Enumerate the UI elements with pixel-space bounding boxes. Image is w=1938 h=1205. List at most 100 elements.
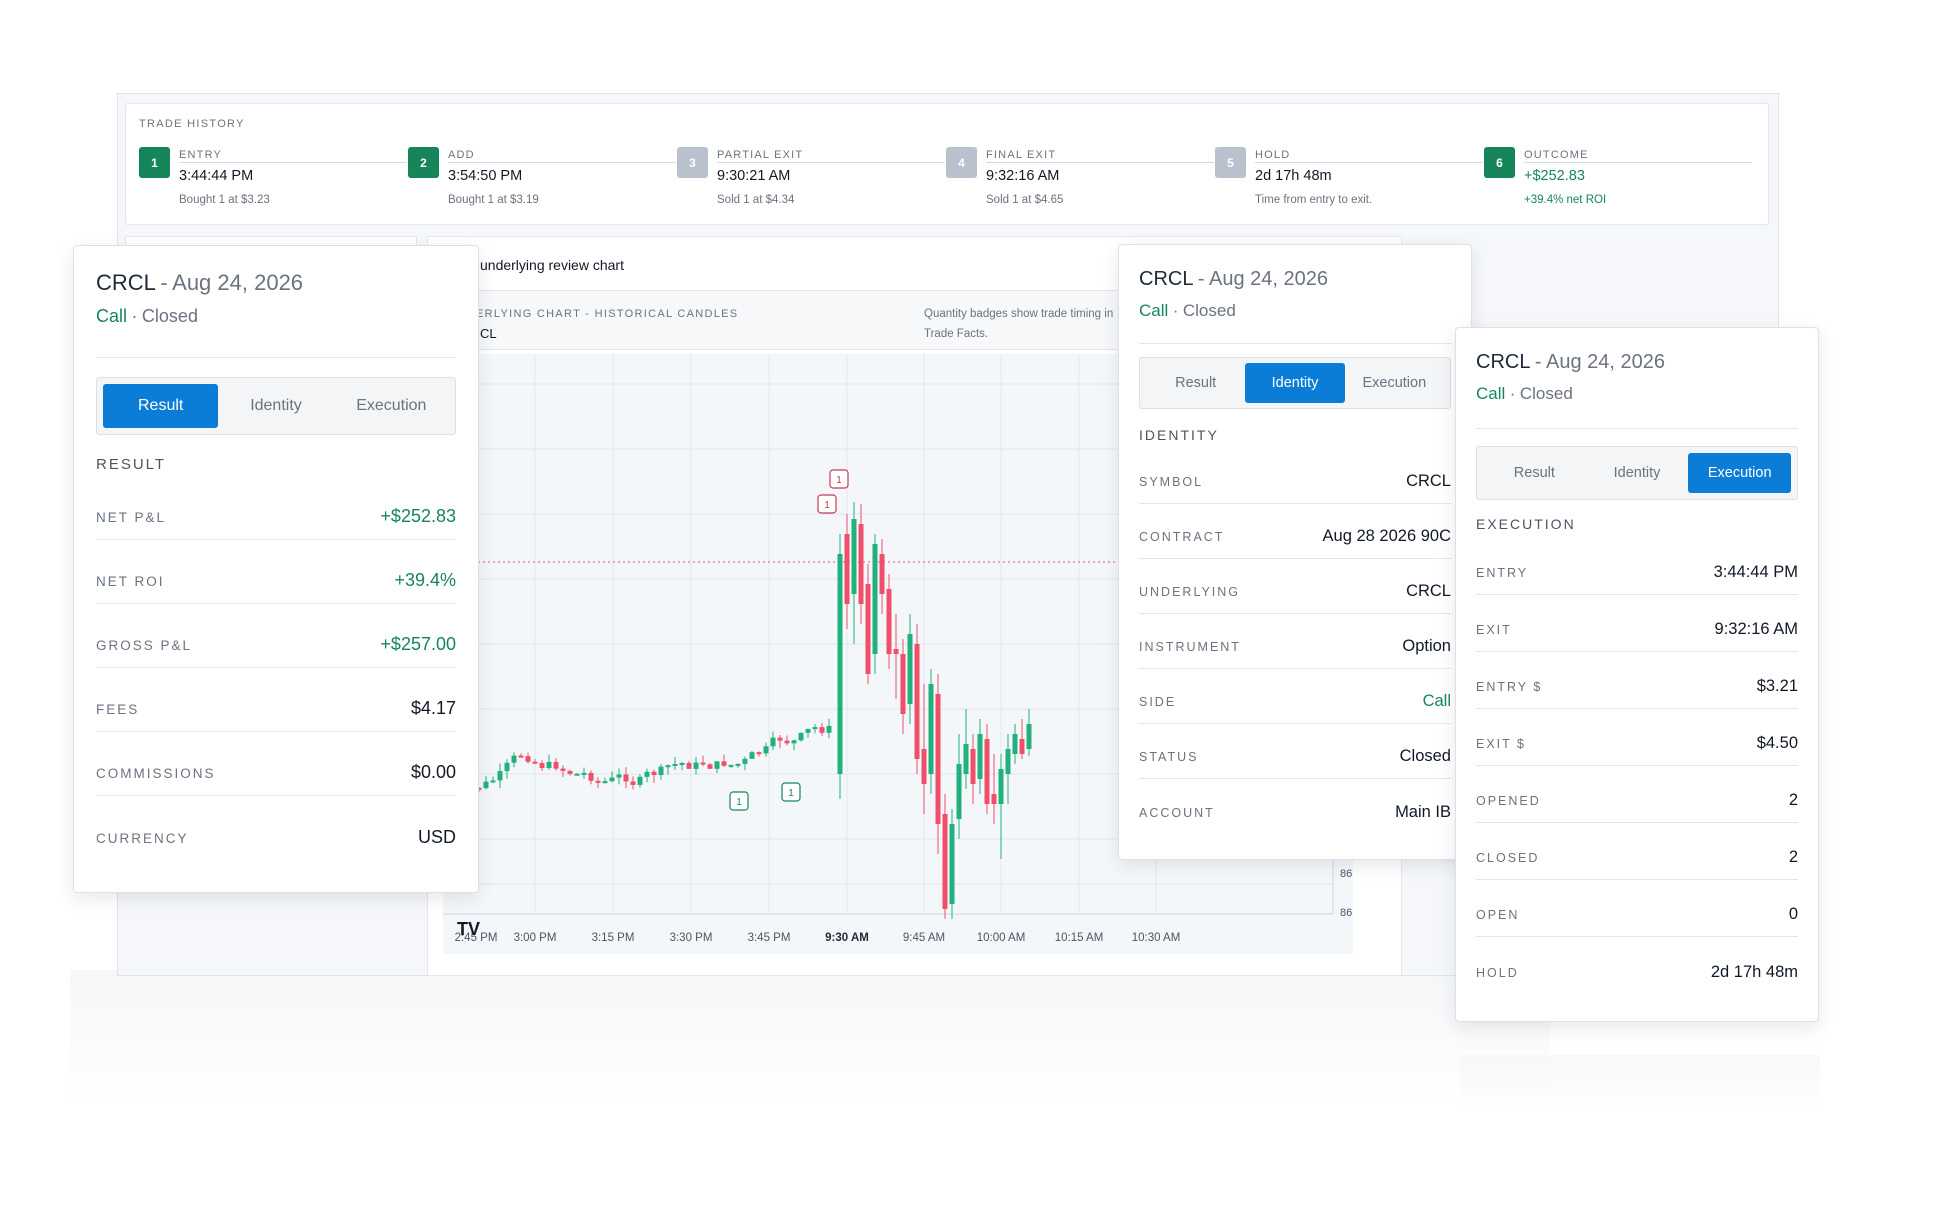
execution-row-exit: EXIT 9:32:16 AM — [1476, 595, 1798, 652]
row-label: EXIT $ — [1476, 737, 1526, 751]
row-label: HOLD — [1476, 966, 1519, 980]
card-tabs: Result Identity Execution — [1476, 446, 1798, 500]
candle-body — [858, 524, 864, 604]
trade-badge-exit-label: 1 — [836, 475, 842, 486]
trade-history-title: TRADE HISTORY — [139, 118, 245, 130]
card-status: Closed — [1519, 384, 1573, 403]
tab-identity[interactable]: Identity — [218, 384, 333, 428]
row-label: NET ROI — [96, 574, 165, 589]
card-divider — [1476, 428, 1798, 429]
trade-badge-entry-label: 1 — [788, 788, 794, 799]
step-detail: Bought 1 at $3.19 — [448, 194, 539, 206]
row-value: Main IB — [1395, 803, 1451, 821]
candle-body — [700, 762, 706, 765]
candle-body — [865, 584, 871, 674]
tab-result[interactable]: Result — [1146, 363, 1245, 403]
candle-body — [637, 776, 643, 785]
candle-body — [686, 763, 692, 769]
row-value: $4.17 — [410, 698, 456, 718]
section-title: IDENTITY — [1139, 427, 1219, 443]
execution-row-entry: ENTRY 3:44:44 PM — [1476, 538, 1798, 595]
row-value: 2 — [1788, 848, 1798, 866]
candle-body — [893, 649, 899, 654]
card-symbol: CRCL — [96, 270, 156, 295]
row-value: $3.21 — [1756, 677, 1798, 695]
step-number: 4 — [946, 147, 977, 178]
tab-identity[interactable]: Identity — [1586, 453, 1689, 493]
candle-body — [602, 781, 608, 784]
card-date: Aug 24, 2026 — [172, 270, 304, 295]
row-label: FEES — [96, 702, 140, 717]
row-label: CURRENCY — [96, 831, 189, 846]
card-header: CRCL - Aug 24, 2026 Call · Closed — [96, 270, 456, 327]
step-value: 9:32:16 AM — [986, 168, 1060, 184]
row-value: Call — [1422, 692, 1451, 710]
step-value: 2d 17h 48m — [1255, 168, 1332, 184]
candle-body — [942, 814, 948, 909]
x-tick-label: 3:30 PM — [670, 932, 713, 944]
tab-execution[interactable]: Execution — [1345, 363, 1444, 403]
y-tick-label: 86.00 — [1340, 907, 1353, 919]
execution-row-exit-price: EXIT $ $4.50 — [1476, 709, 1798, 766]
step-number: 6 — [1484, 147, 1515, 178]
candle-body — [581, 772, 587, 775]
card-symbol: CRCL — [1139, 268, 1194, 290]
step-connector — [1255, 162, 1483, 163]
identity-row-underlying: UNDERLYING CRCL — [1139, 560, 1451, 614]
identity-row-contract: CONTRACT Aug 28 2026 90C — [1139, 505, 1451, 559]
candle-body — [714, 761, 720, 769]
row-label: CONTRACT — [1139, 530, 1225, 544]
execution-card: CRCL - Aug 24, 2026 Call · Closed Result… — [1455, 327, 1819, 1022]
step-detail: Sold 1 at $4.65 — [986, 194, 1064, 206]
candle-body — [900, 654, 906, 714]
card-date: Aug 24, 2026 — [1546, 351, 1666, 373]
x-tick-label: 10:30 AM — [1132, 932, 1181, 944]
tab-result[interactable]: Result — [103, 384, 219, 428]
x-tick-label: 9:45 AM — [903, 932, 945, 944]
candle-body — [574, 773, 580, 776]
card-header: CRCL - Aug 24, 2026 Call · Closed — [1476, 351, 1798, 404]
step-detail: Sold 1 at $4.34 — [717, 194, 795, 206]
x-tick-label: 3:15 PM — [592, 932, 635, 944]
candle-body — [518, 755, 524, 758]
card-dash: - — [1197, 268, 1205, 290]
row-value: +$257.00 — [380, 634, 456, 654]
result-row-net-pnl: NET P&L +$252.83 — [96, 486, 456, 540]
row-label: OPENED — [1476, 794, 1541, 808]
tab-result[interactable]: Result — [1483, 453, 1586, 493]
card-status: Closed — [1182, 301, 1236, 320]
row-label: STATUS — [1139, 750, 1199, 764]
candle-body — [560, 768, 566, 771]
candle-body — [907, 634, 913, 704]
candle-body — [879, 554, 885, 594]
step-label: PARTIAL EXIT — [717, 149, 810, 161]
tab-execution[interactable]: Execution — [1688, 453, 1792, 493]
row-label: NET P&L — [96, 510, 167, 525]
candle-body — [949, 824, 955, 904]
x-tick-label: 3:45 PM — [748, 932, 791, 944]
candle-body — [963, 744, 969, 774]
step-number: 2 — [408, 147, 439, 178]
identity-row-side: SIDE Call — [1139, 670, 1451, 724]
candle-body — [511, 755, 517, 763]
row-value: $4.50 — [1756, 734, 1798, 752]
card-separator: · — [1509, 384, 1516, 403]
result-row-fees: FEES $4.17 — [96, 678, 456, 732]
tab-identity[interactable]: Identity — [1245, 363, 1345, 403]
card-side: Call — [1139, 301, 1169, 320]
step-label: ENTRY — [179, 149, 229, 161]
candle-body — [1005, 749, 1011, 774]
row-label: COMMISSIONS — [96, 766, 216, 781]
trade-badge-entry-label: 1 — [736, 797, 742, 808]
candle-body — [991, 794, 997, 804]
x-tick-label: 9:30 AM — [825, 932, 869, 944]
result-row-net-roi: NET ROI +39.4% — [96, 550, 456, 604]
row-value: Closed — [1399, 747, 1451, 765]
candle-body — [525, 756, 531, 762]
candle-body — [935, 694, 941, 824]
step-detail: Time from entry to exit. — [1255, 194, 1373, 206]
tab-execution[interactable]: Execution — [334, 384, 449, 428]
row-label: INSTRUMENT — [1139, 640, 1241, 654]
card-separator: · — [131, 306, 138, 326]
step-number: 1 — [139, 147, 170, 178]
